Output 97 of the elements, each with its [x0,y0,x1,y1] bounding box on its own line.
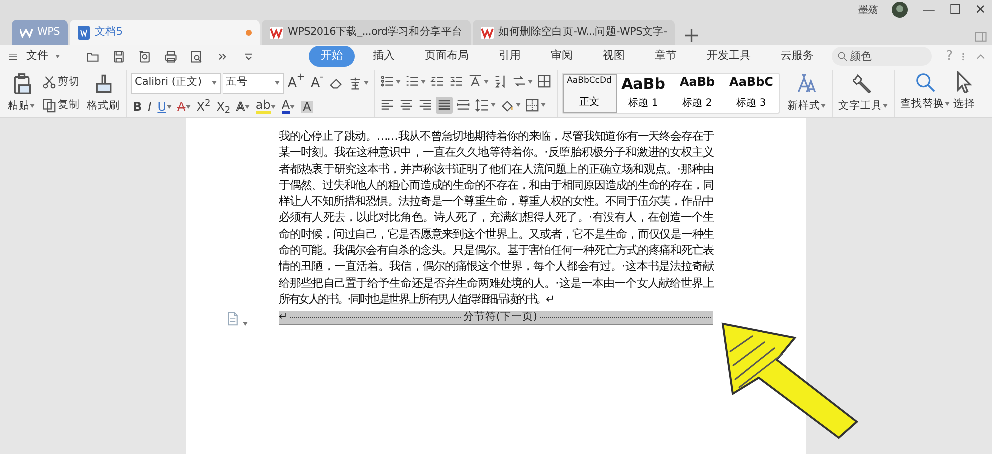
sidebar-icon [974,30,988,44]
caret-icon [540,103,546,108]
caret-icon [212,80,217,84]
paragraph-button[interactable] [536,73,553,90]
ribbon-tab[interactable]: 审阅 [539,46,586,67]
style-option[interactable]: AaBb 标题 1 [616,74,671,113]
format-painter-button[interactable]: 格式刷 [85,72,122,116]
logo-icon [270,26,283,38]
caret-icon [30,104,35,108]
format-button[interactable]: B [131,100,144,113]
style-option[interactable]: AaBbCcDd 正文 [562,74,617,113]
file-menu[interactable]: 文件 [24,48,50,65]
align-left-icon [380,98,395,113]
align-center-icon [398,98,414,113]
document-tab[interactable]: WPS2016下载_...ord学习和分享平台 [262,20,471,45]
text-direction-icon [468,74,483,90]
search-icon [837,51,848,62]
line-spacing-icon [474,98,490,113]
caret-icon [186,104,191,109]
caret-icon [944,102,950,106]
logo-icon [20,28,33,38]
borders-icon [524,98,540,113]
justify-icon [436,98,452,113]
search-icon [914,71,936,93]
copy-button[interactable]: 复制 [41,96,81,114]
caret-icon [820,104,826,108]
paragraph-button[interactable] [474,96,497,114]
text-tools-button[interactable]: 文字工具 [836,72,890,116]
format-button[interactable]: A [176,100,193,113]
caret-icon [275,80,280,84]
caret-icon [396,80,401,84]
spacing-icon [512,74,527,90]
new-style-button[interactable]: 新样式 [786,72,828,116]
document-icon [226,312,240,326]
cut-button[interactable]: 剪切 [41,74,81,90]
bullet-list-icon [380,74,395,90]
save-as-icon [138,50,152,64]
scissors-icon [42,74,57,90]
caret-icon [244,104,250,109]
ribbon-tab[interactable]: 章节 [643,46,690,67]
logo-icon [480,26,494,38]
caret-icon [528,80,533,84]
caret-icon [484,80,489,84]
find-replace-button[interactable]: 查找替换 [898,70,952,114]
avatar[interactable] [892,2,908,18]
ribbon-tab[interactable]: 插入 [361,46,408,67]
ribbon-tab[interactable]: 云服务 [769,46,826,67]
format-button[interactable]: U [156,100,174,113]
ribbon-tab[interactable]: 引用 [487,46,534,67]
align-button[interactable] [436,96,453,114]
ribbon-tab[interactable]: 视图 [591,46,638,67]
ribbon-tab[interactable]: 页面布局 [413,46,482,67]
section-break: ↵ 分节符(下一页) [279,311,713,326]
select-button[interactable]: 选择 [952,70,978,114]
style-option[interactable]: AaBb 标题 2 [670,74,725,113]
distributed-icon [456,98,471,113]
style-option[interactable]: AaBbC 标题 3 [724,74,779,113]
save-icon [112,50,126,64]
search-field[interactable]: 颜色 [832,47,932,66]
caret-icon [420,80,426,84]
font-name-select[interactable]: Calibri (正文) [131,72,221,94]
document-tab[interactable]: 文档5 [70,20,260,45]
document-tab[interactable]: 如何删除空白页-W...问题-WPS文字- [472,20,676,45]
format-button[interactable]: I [146,100,154,113]
caret-icon [270,104,276,109]
align-right-icon [418,98,433,113]
new-style-icon [796,72,818,94]
user-name: 墨殇 [858,4,878,18]
table-icon [536,74,552,90]
document-icon [78,26,90,40]
print-icon [164,50,178,64]
caret-icon [56,54,60,58]
caret-icon [243,322,248,326]
format-button[interactable]: X$^{2}$ [194,100,213,113]
font-size-button[interactable]: A$^{-}$ [309,76,326,90]
window-control[interactable]: ✕ [975,4,986,16]
caret-icon [166,104,172,109]
format-button[interactable]: A [299,100,316,113]
window-control[interactable]: ☐ [949,4,962,16]
print-preview-icon [190,50,204,64]
paste-button[interactable]: 粘贴 [6,72,37,116]
caret-icon [490,103,496,108]
wrench-icon [853,72,874,92]
caret-icon [290,104,296,109]
caret-icon [882,104,888,108]
font-size-select[interactable]: 五号 [223,72,284,94]
format-button[interactable]: X$_{2}$ [214,100,233,113]
format-button[interactable]: A [280,99,298,114]
ribbon-tab[interactable]: 开发工具 [695,46,764,67]
caret-icon [364,81,369,86]
document-paragraph: 我的心停止了跳动。……我从不曾急切地期待着你的来临，尽管我知道你有一天终会存在于 某一时刻。我在这种意识中，一直在久久地等待着你。·反堕胎积极分子和激进的女权主义 者都热衷于研究这本书，并声称该书证明了他们在人流问题上的正确立场和观点。·那种由 于偶然、过失和他人的粗心而造成的生命的不存在，和由于相同原因造成的生命的存在，同 样让人不知所措和恐惧。法拉奇是一个尊重生命，尊重人权的女性。不同于伍尔芙，作品中 必须有人死去，以此对比角色。诗人死了，充满幻想得人死了。·有没有人，在创造一个生 命的时候，问过自己，它是否愿意来到这个世界上。又或者，它不是生命，而仅仅是一种生 命的可能。我偶尔会有自杀的念头。只是偶尔。基于害怕任何一种死亡方式的疼痛和死亡表 情的丑陋，一直活着。我信，偶尔的痛恨这个世界，每个人都会有过。·这本书是法拉奇献 给那些把自己置于给予生命还是否弃生命两难处境的人。·这是一本由一个女人献给世界上 所有女人的书。·同时也是世界上所有男人值得细细品读的书。↵ [279,129,713,308]
copy-icon [42,98,57,112]
paragraph-button[interactable] [524,96,547,114]
caret-icon [516,103,521,108]
window-control[interactable]: — [922,4,936,16]
format-button[interactable]: ab [254,99,278,114]
new-tab-button[interactable]: + [677,25,706,45]
